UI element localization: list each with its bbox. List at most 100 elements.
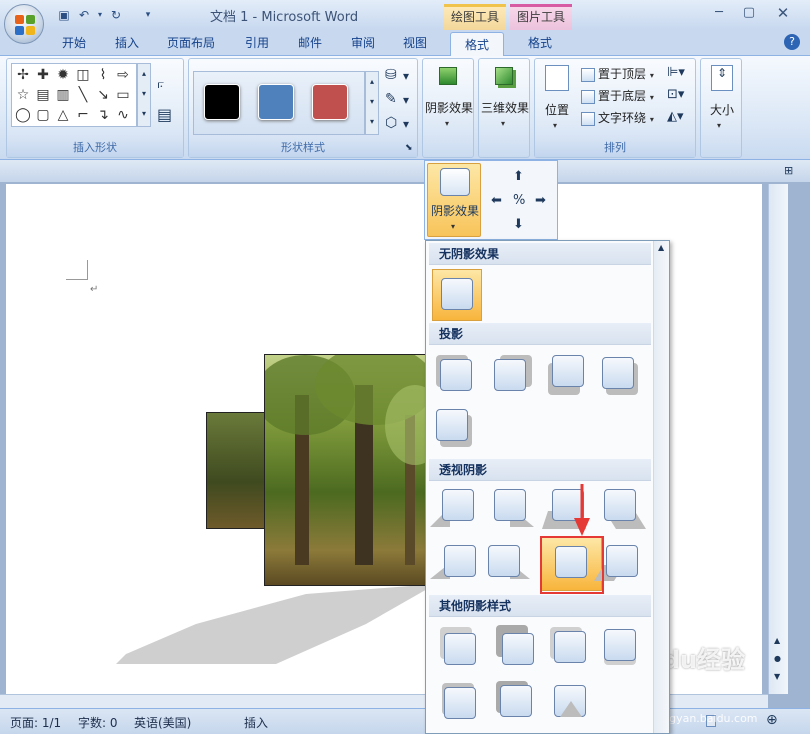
fill-bucket-icon[interactable]: ⛁	[385, 67, 397, 83]
perspective-shadow-option[interactable]	[594, 543, 644, 583]
rotate-icon[interactable]: ◭▾	[667, 109, 684, 124]
tab-view[interactable]: 视图	[403, 34, 427, 51]
star-shape-icon[interactable]: ☆	[14, 86, 32, 104]
style-swatch-blue[interactable]	[258, 84, 294, 120]
change-shape-icon[interactable]: ⬡	[385, 115, 397, 131]
shapes-gallery[interactable]: ✢ ✚ ✹ ◫ ⌇ ⇨ ☆ ▤ ▥ ╲ ↘ ▭ ◯ ▢ △ ⌐ ↴ ∿	[11, 63, 137, 127]
other-shadow-option[interactable]	[496, 625, 536, 665]
line-shape-icon[interactable]: ╲	[74, 86, 92, 104]
status-words[interactable]: 字数: 0	[78, 714, 118, 731]
ruler-toggle-icon[interactable]: ⊞	[784, 164, 793, 177]
drop-shadow-option[interactable]	[602, 355, 642, 395]
perspective-shadow-option[interactable]	[602, 489, 646, 529]
cross-shape-icon[interactable]: ✢	[14, 66, 32, 84]
minimize-button[interactable]: ─	[706, 4, 732, 22]
shadow-dropdown-icon[interactable]: ▾	[445, 119, 449, 128]
shadow-effects-icon[interactable]	[439, 67, 457, 85]
text-wrap-button[interactable]: 文字环绕 ▾	[581, 109, 654, 126]
tab-format-picture[interactable]: 格式	[528, 34, 552, 51]
tab-format-drawing[interactable]: 格式	[450, 32, 505, 57]
vertical-textbox-icon[interactable]: ▥	[54, 86, 72, 104]
undo-dropdown-icon[interactable]: ▾	[92, 7, 108, 23]
perspective-shadow-option[interactable]	[492, 489, 534, 529]
position-icon[interactable]	[545, 65, 569, 91]
tab-page-layout[interactable]: 页面布局	[167, 34, 215, 51]
align-icon[interactable]: ⊫▾	[667, 65, 685, 80]
arrow-shape-icon[interactable]: ⇨	[114, 66, 132, 84]
nudge-down-icon[interactable]: ⬇	[513, 217, 524, 232]
shadow-effects-label[interactable]: 阴影效果	[423, 99, 475, 116]
pen-outline-icon[interactable]: ✎	[385, 91, 397, 107]
oval-shape-icon[interactable]: ◯	[14, 106, 32, 124]
plus-shape-icon[interactable]: ✚	[34, 66, 52, 84]
help-icon[interactable]: ?	[784, 34, 800, 50]
perspective-shadow-option[interactable]	[486, 543, 530, 583]
other-shadow-option[interactable]	[496, 681, 536, 721]
tab-insert[interactable]: 插入	[115, 34, 139, 51]
tab-home[interactable]: 开始	[62, 34, 86, 51]
fill-dropdown-icon[interactable]: ▾	[403, 69, 409, 83]
office-button[interactable]	[4, 4, 44, 44]
scroll-up-icon[interactable]: ▲	[658, 243, 664, 252]
no-shadow-option[interactable]	[432, 269, 482, 321]
cube-shape-icon[interactable]: ◫	[74, 66, 92, 84]
dropdown-scrollbar[interactable]: ▲	[653, 241, 669, 733]
triangle-shape-icon[interactable]: △	[54, 106, 72, 124]
redo-icon[interactable]: ↻	[108, 7, 124, 23]
edit-shape-icon[interactable]: ⟔	[157, 73, 165, 93]
send-back-button[interactable]: 置于底层 ▾	[581, 87, 654, 104]
forest-picture[interactable]	[264, 354, 434, 586]
dialog-launcher-icon[interactable]: ⬊	[405, 143, 413, 153]
3d-effects-icon[interactable]	[495, 67, 513, 85]
wave-shape-icon[interactable]: ⌇	[94, 66, 112, 84]
drop-shadow-option[interactable]	[436, 355, 476, 395]
tab-references[interactable]: 引用	[245, 34, 269, 51]
tab-mailings[interactable]: 邮件	[298, 34, 322, 51]
nudge-up-icon[interactable]: ⬆	[513, 169, 524, 184]
text-box-icon[interactable]: ▤	[157, 105, 172, 124]
status-mode[interactable]: 插入	[244, 714, 268, 731]
other-shadow-option[interactable]	[550, 681, 590, 721]
freeform-icon[interactable]: ∿	[114, 106, 132, 124]
position-label[interactable]: 位置	[539, 101, 575, 118]
elbow-connector-icon[interactable]: ⌐	[74, 106, 92, 124]
position-dropdown-icon[interactable]: ▾	[553, 121, 557, 130]
other-shadow-option[interactable]	[440, 681, 480, 721]
close-button[interactable]: ✕	[770, 4, 796, 22]
drop-shadow-option[interactable]	[492, 355, 532, 395]
other-shadow-option[interactable]	[602, 627, 642, 667]
textbox-shape-icon[interactable]: ▤	[34, 86, 52, 104]
restore-button[interactable]: ▢	[736, 4, 762, 22]
picture-left-wing[interactable]	[206, 412, 266, 529]
shape-style-gallery[interactable]	[193, 71, 365, 135]
save-icon[interactable]: ▣	[56, 7, 72, 23]
outline-dropdown-icon[interactable]: ▾	[403, 93, 409, 107]
drop-shadow-option[interactable]	[548, 355, 588, 395]
nudge-left-icon[interactable]: ⬅	[491, 193, 502, 208]
style-gallery-scroll[interactable]: ▴ ▾ ▾	[365, 71, 379, 135]
shadow-effects-open-button[interactable]: 阴影效果 ▾	[427, 163, 481, 237]
rounded-rect-icon[interactable]: ▢	[34, 106, 52, 124]
tab-review[interactable]: 审阅	[351, 34, 375, 51]
size-dropdown-icon[interactable]: ▾	[717, 121, 721, 130]
vertical-scrollbar[interactable]: ▲ ● ▼	[768, 184, 788, 694]
shape-dropdown-icon[interactable]: ▾	[403, 117, 409, 131]
perspective-shadow-option[interactable]	[430, 543, 476, 583]
3d-effects-label[interactable]: 三维效果	[479, 99, 531, 116]
nudge-right-icon[interactable]: ➡	[535, 193, 546, 208]
status-page[interactable]: 页面: 1/1	[10, 714, 61, 731]
style-swatch-black[interactable]	[204, 84, 240, 120]
other-shadow-option[interactable]	[440, 627, 480, 667]
bring-front-button[interactable]: 置于顶层 ▾	[581, 65, 654, 82]
group-objects-icon[interactable]: ⊡▾	[667, 87, 684, 102]
shadow-toggle-icon[interactable]: %	[513, 193, 525, 208]
status-language[interactable]: 英语(美国)	[134, 714, 191, 731]
drop-shadow-option[interactable]	[436, 407, 476, 447]
next-page-icon[interactable]: ▼	[774, 672, 780, 681]
size-label[interactable]: 大小	[701, 101, 743, 118]
undo-icon[interactable]: ↶	[76, 7, 92, 23]
style-swatch-red[interactable]	[312, 84, 348, 120]
perspective-shadow-option[interactable]	[430, 489, 476, 529]
customize-qat-icon[interactable]: ▾	[140, 7, 156, 23]
other-shadow-option[interactable]	[550, 627, 590, 667]
